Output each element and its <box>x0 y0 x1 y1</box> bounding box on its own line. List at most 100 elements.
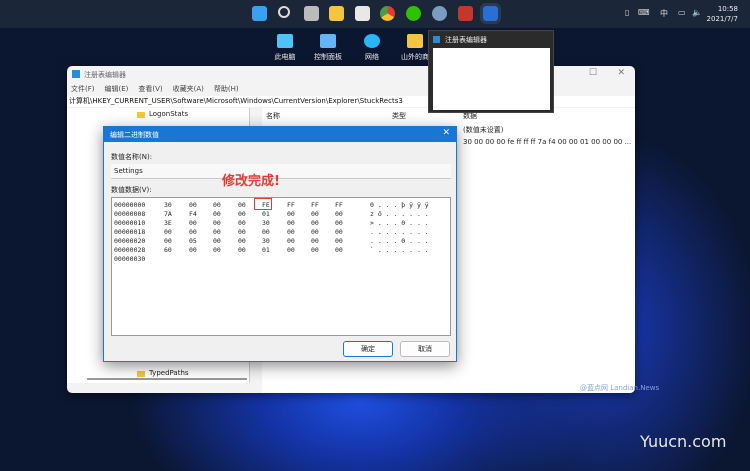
hex-byte[interactable]: 00 <box>238 210 246 218</box>
taskbar-thumbnail[interactable]: 注册表编辑器 <box>428 30 554 113</box>
ime-indicator[interactable]: 中 <box>660 8 668 19</box>
menu-edit[interactable]: 编辑(E) <box>105 85 129 93</box>
hex-byte[interactable]: 00 <box>238 228 246 236</box>
keyboard-icon[interactable]: ⌨ <box>638 8 650 17</box>
folder-icon <box>407 34 423 48</box>
start-icon[interactable] <box>252 6 267 21</box>
close-button[interactable]: ✕ <box>617 68 625 78</box>
hex-byte[interactable]: 00 <box>287 246 295 254</box>
hex-byte[interactable]: 00 <box>164 237 172 245</box>
label: 山外的商 <box>401 53 429 61</box>
hex-editor[interactable]: 00000000 30 00 00 00 FE FF FF FF 0 . . . þ ÿ ÿ ÿ0… <box>111 197 451 336</box>
desktop-icon-this-pc[interactable]: 此电脑 <box>265 34 305 62</box>
hex-byte[interactable]: 00 <box>287 228 295 236</box>
hex-ascii: 0 . . . þ ÿ ÿ ÿ <box>370 201 429 209</box>
chrome-icon[interactable] <box>380 6 395 21</box>
menu-help[interactable]: 帮助(H) <box>214 85 239 93</box>
hex-byte[interactable]: 00 <box>213 210 221 218</box>
hex-byte[interactable]: 00 <box>164 228 172 236</box>
folder-icon <box>137 112 145 118</box>
hex-byte[interactable]: FF <box>287 201 295 209</box>
hex-byte[interactable]: 3E <box>164 219 172 227</box>
hex-byte[interactable]: F4 <box>189 210 197 218</box>
hex-byte[interactable]: 00 <box>213 219 221 227</box>
hex-offset: 00000020 <box>114 237 146 245</box>
hex-byte[interactable]: 00 <box>311 246 319 254</box>
ok-button[interactable]: 确定 <box>343 341 393 357</box>
column-type[interactable]: 类型 <box>392 111 406 121</box>
hex-byte[interactable]: 00 <box>189 228 197 236</box>
hex-byte[interactable]: 30 <box>262 219 270 227</box>
hex-byte[interactable]: 00 <box>311 219 319 227</box>
hex-byte[interactable]: 30 <box>262 237 270 245</box>
hex-byte[interactable]: FF <box>335 201 343 209</box>
menu-view[interactable]: 查看(V) <box>138 85 162 93</box>
watermark: Yuucn.com <box>640 432 727 451</box>
thumbnail-title: 注册表编辑器 <box>445 36 487 44</box>
hex-ascii: > . . . 0 . . . <box>370 219 429 227</box>
hex-byte[interactable]: 00 <box>213 201 221 209</box>
close-icon[interactable]: ✕ <box>442 128 450 138</box>
hex-byte[interactable]: 7A <box>164 210 172 218</box>
hex-byte[interactable]: 30 <box>164 201 172 209</box>
hex-offset: 00000010 <box>114 219 146 227</box>
value-data: 30 00 00 00 fe ff ff ff 7a f4 00 00 01 0… <box>463 138 632 146</box>
hex-byte[interactable]: 00 <box>238 246 246 254</box>
tree-item[interactable]: TypedPaths <box>149 369 189 377</box>
hex-byte[interactable]: FF <box>311 201 319 209</box>
hex-byte[interactable]: 00 <box>189 201 197 209</box>
hex-byte[interactable]: 01 <box>262 210 270 218</box>
menu-file[interactable]: 文件(F) <box>71 85 95 93</box>
hex-byte[interactable]: 00 <box>287 237 295 245</box>
hex-byte[interactable]: 00 <box>213 228 221 236</box>
hex-byte[interactable]: 00 <box>238 219 246 227</box>
hex-byte[interactable]: 00 <box>335 228 343 236</box>
hex-byte[interactable]: 00 <box>287 210 295 218</box>
hex-byte[interactable]: 00 <box>238 201 246 209</box>
maximize-button[interactable]: ☐ <box>589 68 597 78</box>
menu-bar: 文件(F) 编辑(E) 查看(V) 收藏夹(A) 帮助(H) <box>71 84 249 94</box>
hex-byte[interactable]: 00 <box>287 219 295 227</box>
hex-byte[interactable]: 00 <box>311 228 319 236</box>
menu-favorites[interactable]: 收藏夹(A) <box>173 85 204 93</box>
hex-byte[interactable]: 01 <box>262 246 270 254</box>
task-view-icon[interactable] <box>304 6 319 21</box>
app-icon[interactable] <box>458 6 473 21</box>
hex-byte[interactable]: 00 <box>189 246 197 254</box>
hex-byte[interactable]: 00 <box>335 237 343 245</box>
value-data: (数值未设置) <box>463 126 504 134</box>
edit-binary-dialog: 编辑二进制数值 ✕ 数值名称(N): Settings 数值数据(V): 0000… <box>103 126 457 362</box>
value-name-field[interactable]: Settings <box>111 164 451 179</box>
hex-byte[interactable]: 00 <box>335 210 343 218</box>
store-icon[interactable] <box>355 6 370 21</box>
hex-byte[interactable]: 00 <box>238 237 246 245</box>
hex-byte[interactable]: 00 <box>311 210 319 218</box>
battery-icon[interactable]: ▯ <box>625 8 629 17</box>
file-explorer-icon[interactable] <box>329 6 344 21</box>
hex-byte[interactable]: 00 <box>262 228 270 236</box>
hex-byte[interactable]: 00 <box>311 237 319 245</box>
tree-item[interactable]: LogonStats <box>149 110 188 118</box>
regedit-icon[interactable] <box>480 3 501 24</box>
volume-icon[interactable]: 🔈 <box>692 8 702 17</box>
hex-byte[interactable]: 00 <box>189 219 197 227</box>
hex-byte[interactable]: 60 <box>164 246 172 254</box>
label: 网络 <box>365 53 379 61</box>
hex-byte[interactable]: 00 <box>213 246 221 254</box>
hex-offset: 00000030 <box>114 255 146 263</box>
desktop-icon-control-panel[interactable]: 控制面板 <box>308 34 348 62</box>
search-icon[interactable] <box>278 6 290 18</box>
column-name[interactable]: 名称 <box>266 111 280 121</box>
cancel-button[interactable]: 取消 <box>400 341 450 357</box>
hex-byte[interactable]: 00 <box>213 237 221 245</box>
clock[interactable]: 10:58 2021/7/7 <box>707 4 738 24</box>
hex-byte[interactable]: 00 <box>335 246 343 254</box>
hex-byte[interactable]: 00 <box>335 219 343 227</box>
horizontal-scrollbar[interactable] <box>87 378 247 380</box>
network-icon[interactable]: ▭ <box>678 8 686 17</box>
desktop-icon-network[interactable]: 网络 <box>352 34 392 62</box>
regedit-icon <box>72 70 80 78</box>
wechat-icon[interactable] <box>406 6 421 21</box>
settings-icon[interactable] <box>432 6 447 21</box>
hex-byte[interactable]: 05 <box>189 237 197 245</box>
